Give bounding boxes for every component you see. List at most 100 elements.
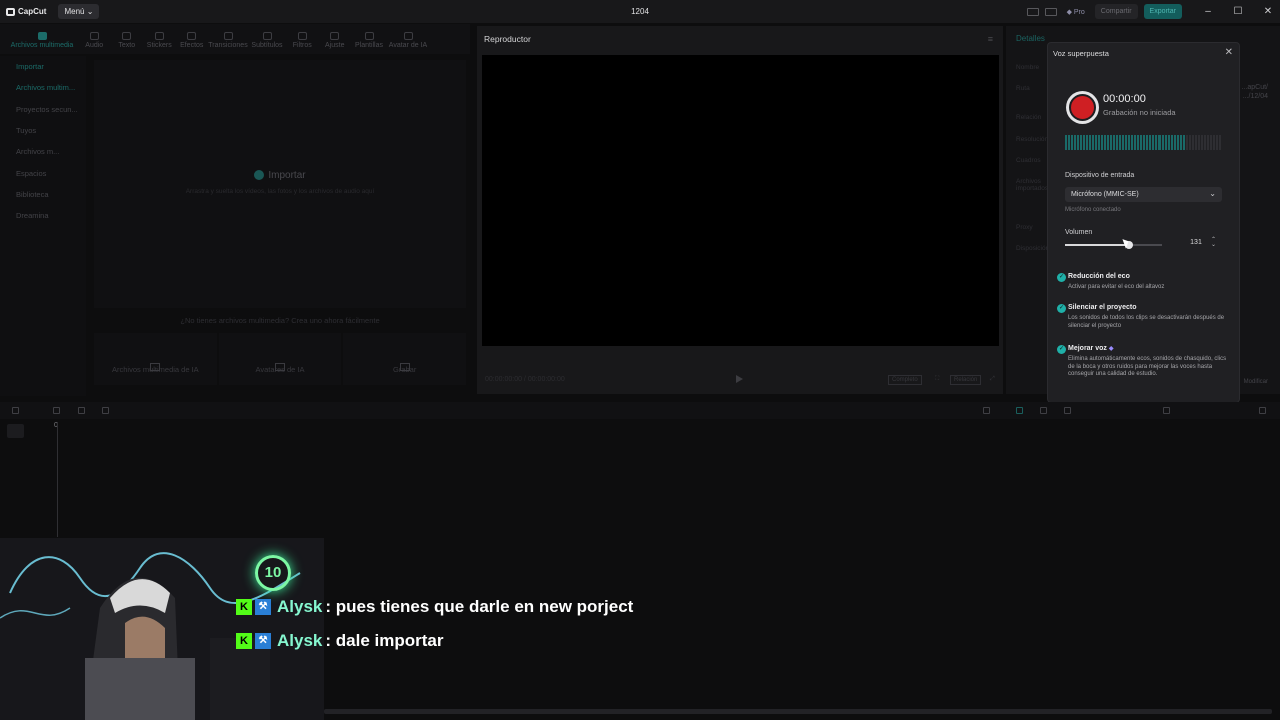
sidebar-item-spaces[interactable]: Espacios xyxy=(0,162,86,183)
option-echo[interactable]: ✓ Reducción del eco Activar para evitar … xyxy=(1057,273,1232,293)
tool-label: Audio xyxy=(85,42,104,49)
microphone-icon[interactable] xyxy=(983,407,990,414)
option-desc: Los sonidos de todos los clips se desact… xyxy=(1068,315,1225,329)
sidebar-item-import[interactable]: Importar xyxy=(0,56,86,77)
video-preview[interactable] xyxy=(482,55,999,346)
timeline-scrollbar[interactable] xyxy=(324,709,1272,714)
volume-value[interactable]: 131 xyxy=(1181,239,1211,246)
tool-ai-avatar[interactable]: Avatar de IA xyxy=(387,32,429,54)
tool-effects[interactable]: Efectos xyxy=(176,32,209,54)
capcut-logo-icon xyxy=(6,7,15,16)
tool-text[interactable]: Texto xyxy=(111,32,144,54)
level-bar xyxy=(1197,135,1200,150)
level-bar xyxy=(1185,135,1188,150)
dialog-title: Voz superpuesta xyxy=(1053,49,1109,58)
import-hint: Arrastra y suelta los vídeos, las fotos … xyxy=(185,188,375,195)
fullscreen-icon[interactable]: ⤢ xyxy=(987,375,998,384)
tool-subtitles[interactable]: Subtítulos xyxy=(248,32,286,54)
level-bar xyxy=(1119,135,1122,150)
sidebar-item-subprojects[interactable]: Proyectos secun... xyxy=(0,99,86,120)
pro-button[interactable]: ◆ Pro xyxy=(1063,5,1089,19)
option-mute-project[interactable]: ✓ Silenciar el proyecto Los sonidos de t… xyxy=(1057,304,1232,332)
menu-button[interactable]: Menú ⌄ xyxy=(58,4,100,19)
level-bar xyxy=(1191,135,1194,150)
option-title-text: Mejorar voz xyxy=(1068,345,1107,352)
full-button[interactable]: Completo xyxy=(888,375,922,385)
maximize-icon[interactable]: ☐ xyxy=(1226,6,1250,17)
level-bar xyxy=(1125,135,1128,150)
close-icon[interactable]: ✕ xyxy=(1225,47,1233,58)
sidebar-item-yours[interactable]: Tuyos xyxy=(0,120,86,141)
no-media-text: ¿No tienes archivos multimedia? Crea uno… xyxy=(180,316,380,325)
volume-stepper-icon[interactable]: ⌃ ⌄ xyxy=(1211,237,1216,248)
audio-icon xyxy=(89,32,99,40)
neon-badge: 10 xyxy=(255,555,291,591)
chevron-down-icon: ⌄ xyxy=(1209,189,1216,198)
check-icon[interactable]: ✓ xyxy=(1057,304,1066,313)
zoom-fit-icon[interactable] xyxy=(1259,407,1266,414)
media-drop-area[interactable]: Importar Arrastra y suelta los vídeos, l… xyxy=(94,60,466,308)
sidebar-item-files[interactable]: Archivos m... xyxy=(0,141,86,162)
shortcuts-icon[interactable] xyxy=(1044,7,1057,16)
level-bar xyxy=(1155,135,1158,150)
sidebar-item-library[interactable]: Biblioteca xyxy=(0,184,86,205)
details-title: Detalles xyxy=(1016,34,1045,43)
detail-layout: Disposición xyxy=(1016,245,1050,252)
card-ai-avatars[interactable]: Avatares de IA xyxy=(218,333,342,385)
split-icon[interactable] xyxy=(102,407,109,414)
ratio-button[interactable]: Relación xyxy=(950,375,982,385)
tool-stickers[interactable]: Stickers xyxy=(143,32,176,54)
layout-icon[interactable] xyxy=(1026,7,1039,16)
detail-path: Ruta xyxy=(1016,85,1030,92)
detail-name: Nombre xyxy=(1016,64,1040,71)
card-ai-media[interactable]: Archivos multimedia de IA xyxy=(94,333,217,385)
close-window-icon[interactable]: ✕ xyxy=(1256,6,1280,17)
tool-adjust[interactable]: Ajuste xyxy=(319,32,352,54)
title-bar: CapCut Menú ⌄ 1204 ◆ Pro Compartir Expor… xyxy=(0,0,1280,23)
export-button[interactable]: Exportar xyxy=(1143,4,1182,19)
play-icon[interactable] xyxy=(736,375,743,383)
tool-media[interactable]: Archivos multimedia xyxy=(6,32,78,54)
check-icon[interactable]: ✓ xyxy=(1057,345,1066,354)
input-device-select[interactable]: Micrófono (MMIC-SE) ⌄ xyxy=(1065,187,1222,202)
option-title: Mejorar voz ◆ xyxy=(1068,345,1113,352)
level-bar xyxy=(1179,135,1182,150)
share-button[interactable]: Compartir xyxy=(1094,4,1138,19)
tool-audio[interactable]: Audio xyxy=(78,32,111,54)
fit-icon[interactable]: ⛶ xyxy=(932,375,942,384)
link-icon[interactable] xyxy=(1016,407,1023,414)
tool-label: Avatar de IA xyxy=(388,42,428,49)
tool-label: Ajuste xyxy=(325,42,345,49)
level-bar xyxy=(1080,135,1083,150)
tool-label: Filtros xyxy=(292,42,312,49)
tool-transitions[interactable]: Transiciones xyxy=(208,32,248,54)
preview-axis-icon[interactable] xyxy=(1064,407,1071,414)
modify-button[interactable]: Modificar xyxy=(1244,378,1268,387)
sidebar-item-media[interactable]: Archivos multim... xyxy=(0,77,86,98)
record-button[interactable] xyxy=(1066,91,1099,124)
minimize-icon[interactable]: – xyxy=(1196,6,1220,17)
detail-proxy: Proxy xyxy=(1016,224,1033,231)
tool-templates[interactable]: Plantillas xyxy=(351,32,387,54)
redo-icon[interactable] xyxy=(78,407,85,414)
check-icon[interactable]: ✓ xyxy=(1057,273,1066,282)
import-button[interactable]: Importar xyxy=(94,170,466,181)
snap-icon[interactable] xyxy=(1040,407,1047,414)
volume-slider[interactable] xyxy=(1065,241,1162,249)
playhead[interactable] xyxy=(57,422,58,537)
timeline[interactable]: 0 xyxy=(0,419,1280,539)
more-icon[interactable]: ≡ xyxy=(988,34,993,44)
share-label: Compartir xyxy=(1100,8,1132,15)
level-bar xyxy=(1107,135,1110,150)
card-record[interactable]: Grabar xyxy=(343,333,467,385)
tool-filters[interactable]: Filtros xyxy=(286,32,319,54)
sidebar-item-dreamina[interactable]: Dreamina xyxy=(0,205,86,226)
zoom-out-icon[interactable] xyxy=(1163,407,1170,414)
undo-icon[interactable] xyxy=(53,407,60,414)
select-tool-icon[interactable] xyxy=(12,407,19,414)
level-bar xyxy=(1113,135,1116,150)
player-title: Reproductor xyxy=(484,34,531,44)
level-bar xyxy=(1110,135,1113,150)
option-enhance-voice[interactable]: ✓ Mejorar voz ◆ Elimina automáticamente … xyxy=(1057,345,1232,395)
level-bar xyxy=(1083,135,1086,150)
